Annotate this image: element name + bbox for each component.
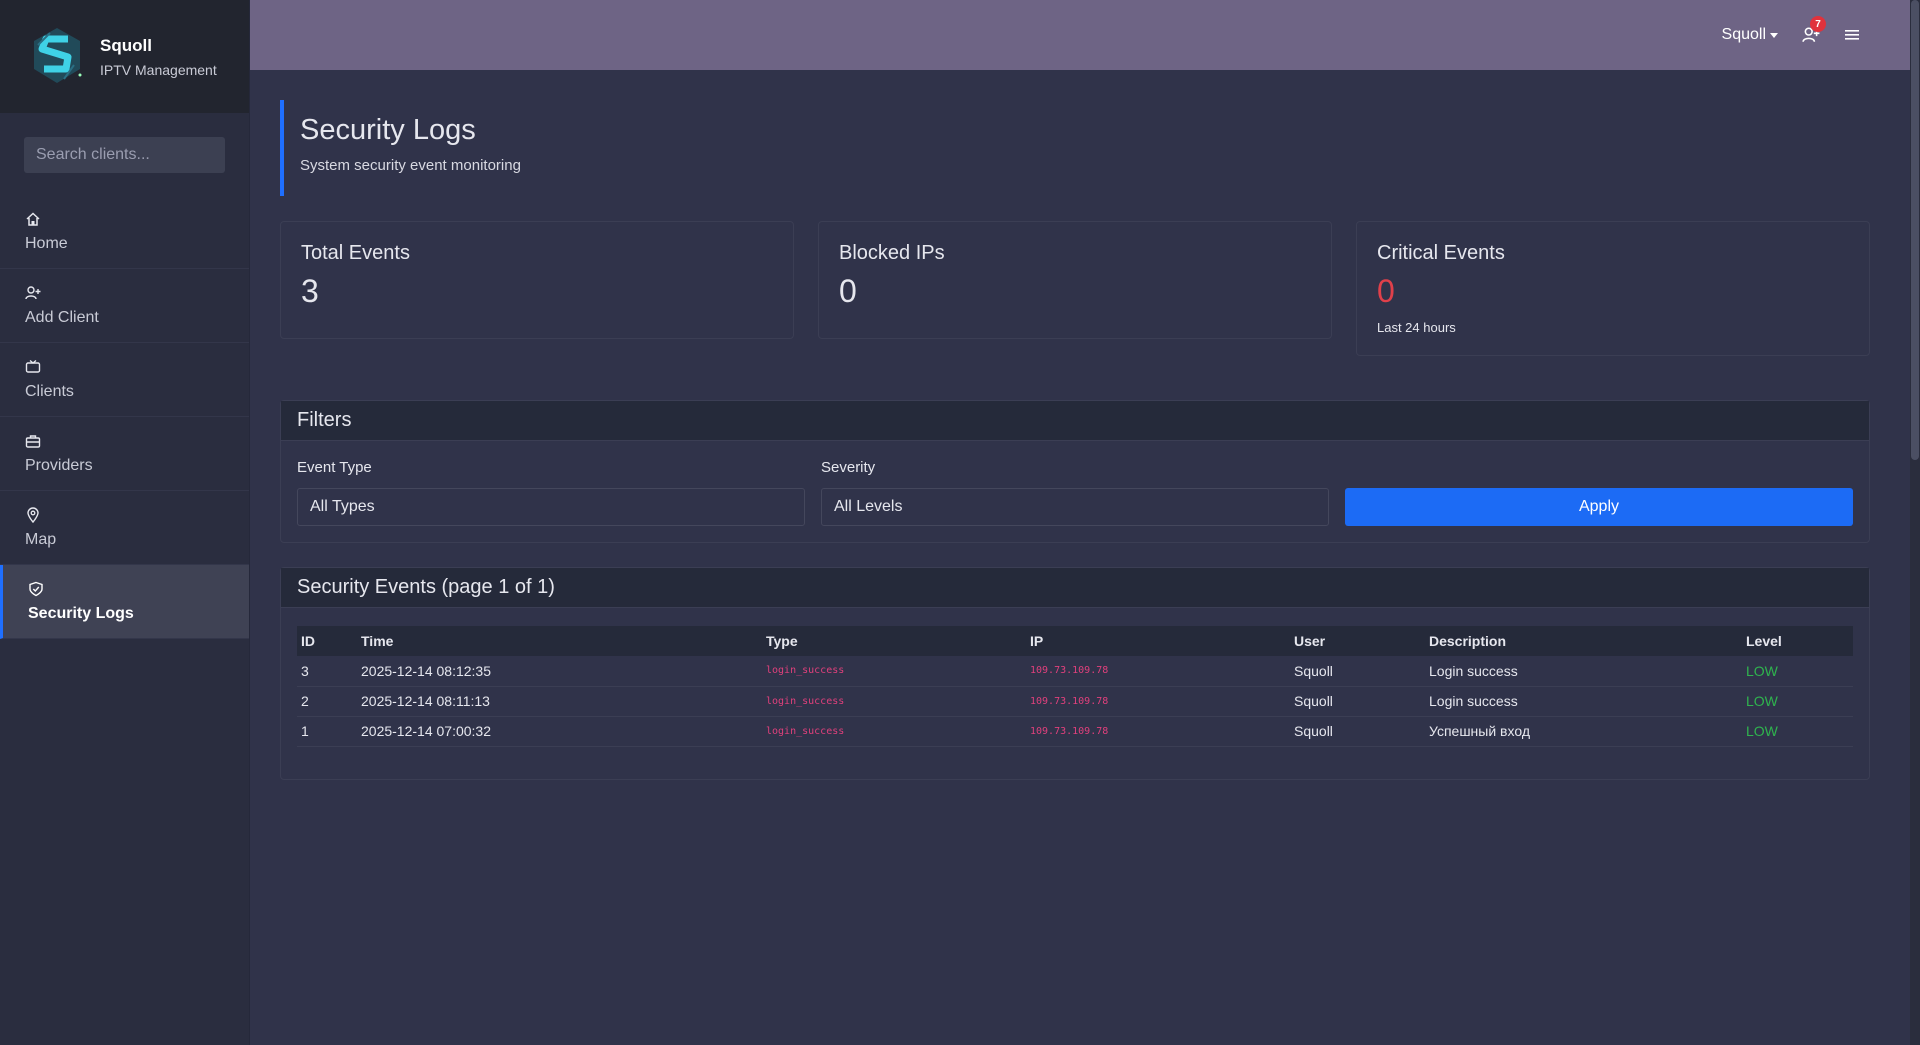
sidebar: Squoll IPTV Management Home A — [0, 0, 250, 1045]
column-header: Description — [1429, 633, 1507, 649]
cell-user: Squoll — [1290, 716, 1425, 747]
add-user-icon — [25, 286, 41, 300]
column-header: Type — [766, 633, 798, 649]
cell-id: 2 — [297, 686, 357, 717]
sidebar-item-home[interactable]: Home — [0, 195, 249, 269]
cell-ip: 109.73.109.78 — [1026, 716, 1290, 747]
stats-row: Total Events 3 Blocked IPs 0 Critical Ev… — [280, 221, 1870, 356]
top-bar: Squoll 7 — [250, 0, 1920, 70]
sidebar-item-providers[interactable]: Providers — [0, 417, 249, 491]
tv-icon — [25, 359, 41, 373]
page-subtitle: System security event monitoring — [300, 157, 521, 174]
event-type-filter: Event Type All Types — [297, 459, 805, 526]
events-panel: Security Events (page 1 of 1) ID Time Ty… — [280, 567, 1870, 780]
page-scrollbar[interactable] — [1910, 0, 1920, 1045]
cell-id: 3 — [297, 656, 357, 687]
table-row: 2 2025-12-14 08:11:13 login_success 109.… — [297, 686, 1853, 717]
events-table: ID Time Type IP User Description Level 3 — [297, 626, 1853, 747]
table-header-row: ID Time Type IP User Description Level — [297, 626, 1853, 656]
severity-filter: Severity All Levels — [821, 459, 1329, 526]
sidebar-item-label: Clients — [25, 383, 74, 400]
search-box — [24, 137, 243, 173]
map-pin-icon — [27, 507, 39, 523]
apply-button[interactable]: Apply — [1345, 488, 1853, 526]
shield-icon — [29, 581, 43, 597]
stat-label: Total Events — [301, 242, 410, 264]
column-header: Level — [1746, 633, 1782, 649]
briefcase-icon — [25, 435, 41, 448]
column-header: User — [1294, 633, 1326, 649]
filters-row: Event Type All Types Severity All Levels… — [281, 441, 1869, 542]
critical-events-card: Critical Events 0 Last 24 hours — [1356, 221, 1870, 356]
severity-select[interactable]: All Levels — [821, 488, 1329, 526]
sidebar-item-label: Add Client — [25, 309, 99, 326]
notifications-button[interactable]: 7 — [1802, 16, 1826, 44]
cell-type: login_success — [762, 716, 1026, 747]
sidebar-item-map[interactable]: Map — [0, 491, 249, 565]
stat-value: 0 — [1377, 273, 1395, 309]
sidebar-item-label: Home — [25, 235, 68, 252]
column-header: Time — [361, 633, 394, 649]
stat-label: Critical Events — [1377, 242, 1505, 264]
events-title: Security Events (page 1 of 1) — [281, 568, 1869, 608]
cell-type: login_success — [762, 686, 1026, 717]
cell-ip: 109.73.109.78 — [1026, 686, 1290, 717]
notification-count-badge: 7 — [1810, 16, 1826, 32]
app: Squoll IPTV Management Home A — [0, 0, 1920, 1045]
home-icon — [26, 212, 40, 226]
cell-time: 2025-12-14 08:11:13 — [357, 686, 762, 717]
stat-value: 3 — [301, 273, 319, 309]
sidebar-item-clients[interactable]: Clients — [0, 343, 249, 417]
filters-title: Filters — [281, 401, 1869, 441]
user-menu-button[interactable]: Squoll — [1722, 26, 1778, 44]
brand-name: Squoll — [100, 35, 152, 55]
event-type-label: Event Type — [297, 459, 372, 476]
page-title: Security Logs — [300, 114, 476, 146]
column-header: ID — [301, 633, 315, 649]
search-input[interactable] — [36, 146, 243, 164]
squoll-logo-icon — [34, 27, 82, 83]
blocked-ips-card: Blocked IPs 0 — [818, 221, 1332, 339]
brand[interactable]: Squoll IPTV Management — [0, 0, 249, 113]
user-name: Squoll — [1721, 26, 1766, 43]
cell-id: 1 — [297, 716, 357, 747]
filters-panel: Filters Event Type All Types Severity Al… — [280, 400, 1870, 543]
cell-description: Login success — [1425, 656, 1742, 687]
sidebar-item-label: Security Logs — [28, 605, 134, 622]
scrollbar-thumb[interactable] — [1911, 0, 1919, 460]
page-content: Security Logs System security event moni… — [250, 70, 1910, 780]
cell-level: LOW — [1742, 656, 1853, 687]
main-area: Squoll 7 Security Logs System security e… — [250, 0, 1920, 1045]
event-type-select[interactable]: All Types — [297, 488, 805, 526]
stat-note: Last 24 hours — [1377, 320, 1456, 335]
hamburger-menu-icon[interactable] — [1844, 28, 1860, 42]
stat-value: 0 — [839, 273, 857, 309]
cell-level: LOW — [1742, 716, 1853, 747]
cell-ip: 109.73.109.78 — [1026, 656, 1290, 687]
brand-subtitle: IPTV Management — [100, 61, 217, 78]
cell-user: Squoll — [1290, 656, 1425, 687]
cell-time: 2025-12-14 07:00:32 — [357, 716, 762, 747]
page-header: Security Logs System security event moni… — [280, 100, 1870, 196]
total-events-card: Total Events 3 — [280, 221, 794, 339]
cell-description: Успешный вход — [1425, 716, 1742, 747]
cell-description: Login success — [1425, 686, 1742, 717]
cell-level: LOW — [1742, 686, 1853, 717]
sidebar-item-label: Providers — [25, 457, 93, 474]
cell-user: Squoll — [1290, 686, 1425, 717]
stat-label: Blocked IPs — [839, 242, 945, 264]
table-row: 1 2025-12-14 07:00:32 login_success 109.… — [297, 716, 1853, 747]
table-row: 3 2025-12-14 08:12:35 login_success 109.… — [297, 656, 1853, 687]
cell-type: login_success — [762, 656, 1026, 687]
sidebar-item-add-client[interactable]: Add Client — [0, 269, 249, 343]
sidebar-item-security-logs[interactable]: Security Logs — [0, 565, 249, 639]
cell-time: 2025-12-14 08:12:35 — [357, 656, 762, 687]
column-header: IP — [1030, 633, 1044, 649]
severity-label: Severity — [821, 459, 876, 476]
sidebar-item-label: Map — [25, 531, 57, 548]
caret-down-icon — [1770, 32, 1778, 38]
